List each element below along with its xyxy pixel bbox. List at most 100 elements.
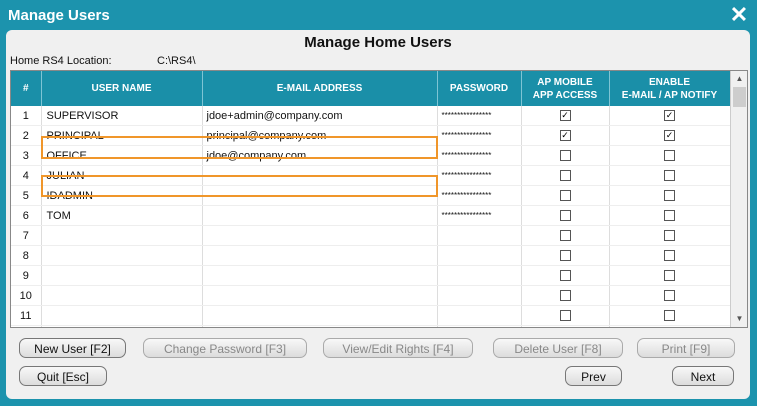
password-cell[interactable] xyxy=(437,265,522,286)
next-button[interactable]: Next xyxy=(672,366,734,386)
app-access-cell[interactable]: ✓ xyxy=(521,106,610,126)
app-access-checkbox[interactable] xyxy=(559,230,571,242)
email-cell[interactable] xyxy=(202,165,438,186)
app-access-cell[interactable] xyxy=(521,145,610,166)
new-user-button[interactable]: New User [F2] xyxy=(19,338,126,358)
app-access-checkbox[interactable] xyxy=(559,190,571,202)
notify-checkbox[interactable] xyxy=(664,190,675,202)
app-access-cell[interactable] xyxy=(521,305,610,326)
password-cell[interactable] xyxy=(437,225,522,246)
notify-checkbox[interactable]: ✓ xyxy=(664,130,675,142)
row-number[interactable]: 5 xyxy=(11,185,42,206)
user-name-cell[interactable] xyxy=(41,305,203,326)
row-number[interactable]: 1 xyxy=(11,106,42,126)
row-number[interactable]: 6 xyxy=(11,205,42,226)
app-access-checkbox[interactable] xyxy=(559,310,571,322)
user-name-cell[interactable]: OFFICE xyxy=(41,145,203,166)
row-number[interactable]: 11 xyxy=(11,305,42,326)
user-name-cell[interactable]: TOM xyxy=(41,205,203,226)
table-row[interactable]: 11 xyxy=(11,305,731,326)
change-password-button[interactable]: Change Password [F3] xyxy=(143,338,307,358)
table-row[interactable]: 2 PRINCIPAL principal@company.com *********… xyxy=(11,125,731,146)
notify-checkbox[interactable] xyxy=(664,210,675,222)
notify-cell[interactable] xyxy=(609,325,731,327)
app-access-checkbox[interactable] xyxy=(559,170,571,182)
close-icon[interactable]: ✕ xyxy=(729,4,749,26)
app-access-cell[interactable]: ✓ xyxy=(521,125,610,146)
notify-cell[interactable] xyxy=(609,225,731,246)
notify-checkbox[interactable] xyxy=(664,230,675,242)
notify-cell[interactable] xyxy=(609,185,731,206)
delete-user-button[interactable]: Delete User [F8] xyxy=(493,338,623,358)
password-cell[interactable] xyxy=(437,305,522,326)
app-access-cell[interactable] xyxy=(521,265,610,286)
password-cell[interactable]: **************** xyxy=(437,185,522,206)
app-access-checkbox[interactable] xyxy=(559,290,571,302)
email-cell[interactable] xyxy=(202,185,438,206)
user-name-cell[interactable]: PRINCIPAL xyxy=(41,125,203,146)
notify-cell[interactable] xyxy=(609,305,731,326)
quit-button[interactable]: Quit [Esc] xyxy=(19,366,107,386)
app-access-cell[interactable] xyxy=(521,165,610,186)
row-number[interactable]: 4 xyxy=(11,165,42,186)
row-number[interactable]: 3 xyxy=(11,145,42,166)
row-number[interactable]: 10 xyxy=(11,285,42,306)
notify-cell[interactable] xyxy=(609,145,731,166)
table-row[interactable]: 6 TOM **************** xyxy=(11,205,731,226)
notify-cell[interactable] xyxy=(609,265,731,286)
table-row[interactable]: 10 xyxy=(11,285,731,306)
table-row[interactable]: 9 xyxy=(11,265,731,286)
row-number[interactable]: 8 xyxy=(11,245,42,266)
email-cell[interactable] xyxy=(202,225,438,246)
email-cell[interactable] xyxy=(202,305,438,326)
email-cell[interactable] xyxy=(202,245,438,266)
notify-checkbox[interactable] xyxy=(664,270,675,282)
row-number[interactable]: 7 xyxy=(11,225,42,246)
password-cell[interactable]: **************** xyxy=(437,165,522,186)
table-row[interactable]: 3 OFFICE jdoe@company.com **************** xyxy=(11,145,731,166)
notify-cell[interactable] xyxy=(609,205,731,226)
prev-button[interactable]: Prev xyxy=(565,366,622,386)
scroll-thumb[interactable] xyxy=(733,87,746,107)
app-access-cell[interactable] xyxy=(521,245,610,266)
user-name-cell[interactable] xyxy=(41,245,203,266)
table-row[interactable]: 7 xyxy=(11,225,731,246)
app-access-cell[interactable] xyxy=(521,325,610,327)
notify-checkbox[interactable] xyxy=(664,250,675,262)
email-cell[interactable] xyxy=(202,205,438,226)
table-row[interactable]: 12 xyxy=(11,325,731,327)
row-number[interactable]: 9 xyxy=(11,265,42,286)
email-cell[interactable] xyxy=(202,265,438,286)
scroll-down-icon[interactable]: ▼ xyxy=(731,311,747,327)
user-name-cell[interactable] xyxy=(41,325,203,327)
notify-cell[interactable] xyxy=(609,285,731,306)
notify-checkbox[interactable] xyxy=(664,310,675,322)
email-cell[interactable]: principal@company.com xyxy=(202,125,438,146)
notify-checkbox[interactable] xyxy=(664,150,675,162)
user-name-cell[interactable] xyxy=(41,265,203,286)
table-row[interactable]: 8 xyxy=(11,245,731,266)
app-access-cell[interactable] xyxy=(521,225,610,246)
notify-cell[interactable]: ✓ xyxy=(609,106,731,126)
table-row[interactable]: 1 SUPERVISOR jdoe+admin@company.com *******… xyxy=(11,106,731,126)
view-edit-rights-button[interactable]: View/Edit Rights [F4] xyxy=(323,338,473,358)
row-number[interactable]: 12 xyxy=(11,325,42,327)
password-cell[interactable] xyxy=(437,325,522,327)
notify-cell[interactable] xyxy=(609,165,731,186)
user-name-cell[interactable]: JULIAN xyxy=(41,165,203,186)
app-access-checkbox[interactable] xyxy=(559,210,571,222)
password-cell[interactable]: **************** xyxy=(437,125,522,146)
password-cell[interactable]: **************** xyxy=(437,145,522,166)
app-access-checkbox[interactable] xyxy=(559,270,571,282)
app-access-cell[interactable] xyxy=(521,285,610,306)
user-name-cell[interactable] xyxy=(41,285,203,306)
user-name-cell[interactable] xyxy=(41,225,203,246)
app-access-checkbox[interactable]: ✓ xyxy=(559,130,571,142)
print-button[interactable]: Print [F9] xyxy=(637,338,735,358)
scroll-up-icon[interactable]: ▲ xyxy=(731,71,747,87)
app-access-checkbox[interactable]: ✓ xyxy=(559,110,571,122)
users-grid[interactable]: # USER NAME E-MAIL ADDRESS PASSWORD AP MOBIL… xyxy=(10,70,748,328)
user-name-cell[interactable]: IDADMIN xyxy=(41,185,203,206)
notify-checkbox[interactable] xyxy=(664,170,675,182)
password-cell[interactable]: **************** xyxy=(437,205,522,226)
